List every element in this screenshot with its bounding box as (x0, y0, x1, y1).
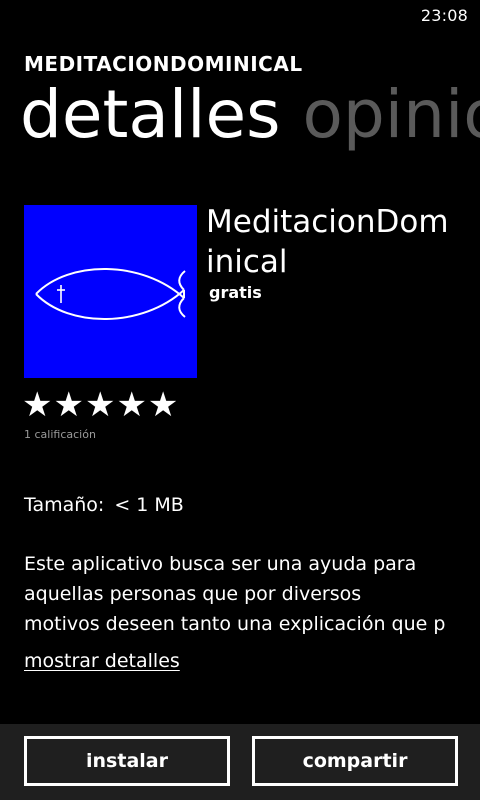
size-value: < 1 MB (114, 494, 184, 516)
header-app-name: MEDITACIONDOMINICAL (24, 52, 303, 76)
app-bar: instalar compartir (0, 724, 480, 800)
tab-detalles[interactable]: detalles (20, 82, 281, 148)
fish-icon (24, 205, 197, 378)
app-description: Este aplicativo busca ser una ayuda para… (24, 553, 446, 635)
status-bar-time: 23:08 (420, 6, 468, 25)
install-button[interactable]: instalar (24, 736, 230, 786)
share-button[interactable]: compartir (252, 736, 458, 786)
rating-stars: ★★★★★ (22, 385, 180, 425)
show-details-link[interactable]: mostrar detalles (24, 650, 180, 672)
app-title: MeditacionDominical (206, 204, 449, 280)
tab-opiniones[interactable]: opiniones (303, 82, 480, 148)
app-price: gratis (209, 283, 262, 302)
rating-count: 1 calificación (24, 428, 96, 441)
app-size: Tamaño: < 1 MB (24, 494, 184, 516)
app-tile (24, 205, 197, 378)
size-label: Tamaño: (24, 494, 105, 516)
store-app-details-screen: 23:08 MEDITACIONDOMINICAL detalles opinio… (0, 0, 480, 800)
pivot-tabs: detalles opiniones (20, 82, 480, 148)
